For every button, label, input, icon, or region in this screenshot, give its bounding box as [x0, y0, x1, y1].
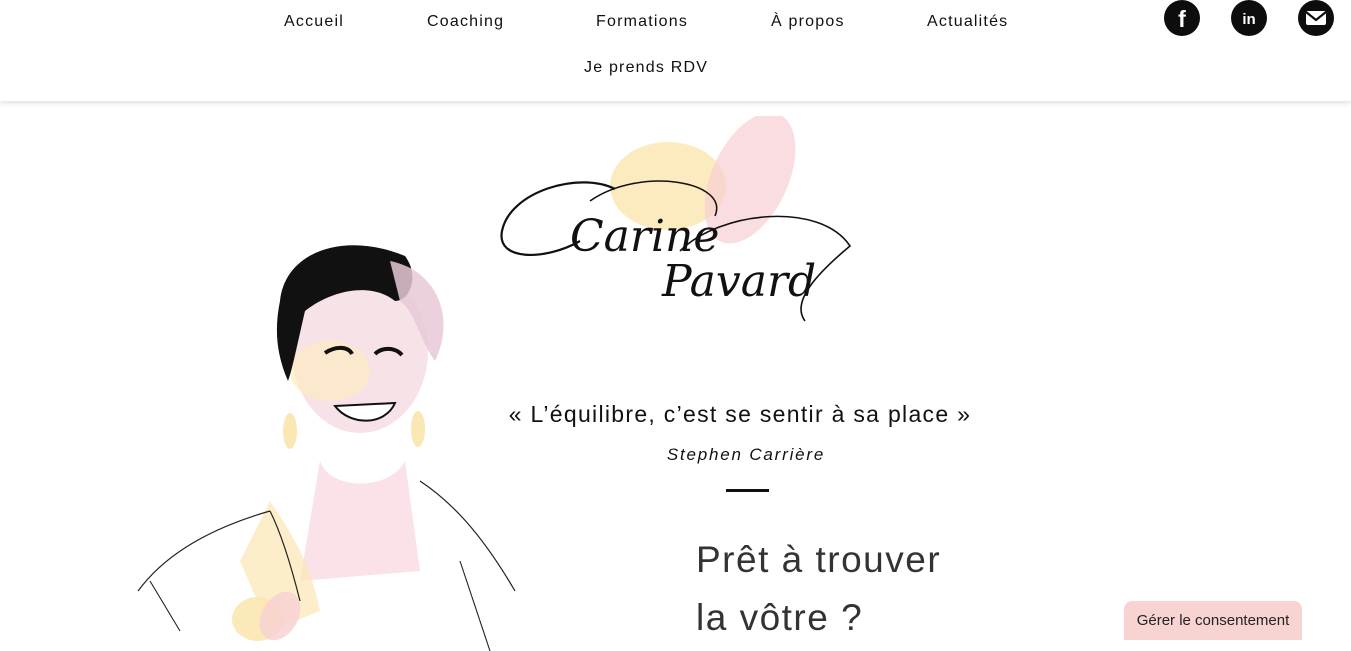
- nav-coaching[interactable]: Coaching: [427, 13, 504, 31]
- tagline-line-2: la vôtre ?: [696, 597, 864, 638]
- consent-button[interactable]: Gérer le consentement: [1124, 601, 1302, 640]
- hero-quote: « L’équilibre, c’est se sentir à sa plac…: [508, 401, 972, 427]
- quote-author: Stephen Carrière: [666, 445, 826, 464]
- tagline-line-1: Prêt à trouver: [696, 539, 942, 580]
- facebook-link[interactable]: f: [1164, 0, 1200, 36]
- nav-a-propos[interactable]: À propos: [771, 13, 845, 31]
- hero-tagline: Prêt à trouver la vôtre ?: [696, 531, 941, 647]
- logo-last-name: Pavard: [661, 256, 816, 307]
- svg-text:in: in: [1242, 11, 1255, 28]
- site-header: Accueil Coaching Formations À propos Act…: [0, 0, 1351, 101]
- logo-first-name: Carine: [570, 211, 719, 262]
- linkedin-link[interactable]: in: [1231, 0, 1267, 36]
- portrait-illustration: [137, 245, 516, 651]
- nav-accueil[interactable]: Accueil: [284, 13, 344, 31]
- mail-link[interactable]: [1298, 0, 1334, 36]
- divider: [726, 489, 769, 492]
- mail-icon: [1305, 11, 1327, 25]
- signature-logo: Carine Pavard: [500, 180, 852, 322]
- svg-text:f: f: [1178, 6, 1186, 32]
- nav-rdv[interactable]: Je prends RDV: [584, 59, 708, 77]
- nav-formations[interactable]: Formations: [596, 13, 688, 31]
- hero-section: Carine Pavard « L’équilibre, c’est se se…: [0, 101, 1351, 651]
- nav-actualites[interactable]: Actualités: [927, 13, 1008, 31]
- facebook-icon: f: [1178, 6, 1186, 32]
- linkedin-icon: in: [1242, 11, 1255, 28]
